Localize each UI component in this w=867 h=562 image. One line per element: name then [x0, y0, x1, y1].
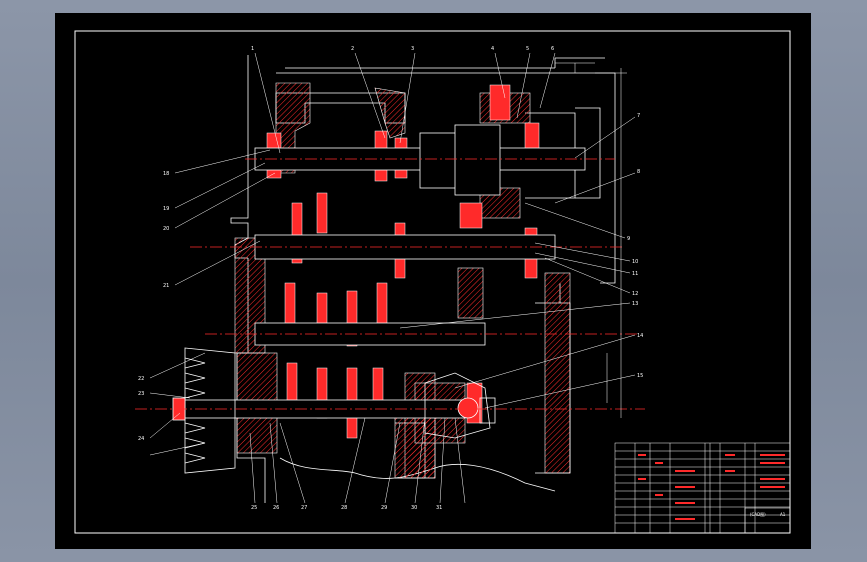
- parts-list-marks: [638, 454, 785, 520]
- callout-number: 23: [138, 391, 144, 397]
- callout-number: 15: [637, 373, 643, 379]
- sheet-label: A1: [780, 512, 786, 517]
- callout-number: 4: [491, 46, 494, 52]
- callout-number: 14: [637, 333, 643, 339]
- callout-number: 13: [632, 301, 638, 307]
- callout-number: 19: [163, 206, 169, 212]
- callout-number: 27: [301, 505, 307, 511]
- callout-number: 9: [627, 236, 630, 242]
- callout-number: 12: [632, 291, 638, 297]
- callout-number: 25: [251, 505, 257, 511]
- callout-number: 31: [436, 505, 442, 511]
- callout-number: 3: [411, 46, 414, 52]
- callout-number: 22: [138, 376, 144, 382]
- callout-number: 8: [637, 169, 640, 175]
- callout-number: 20: [163, 226, 169, 232]
- callout-number: 26: [273, 505, 279, 511]
- callout-number: 30: [411, 505, 417, 511]
- callout-number: 2: [351, 46, 354, 52]
- callout-number: 24: [138, 436, 144, 442]
- callout-number: 6: [551, 46, 554, 52]
- callout-number: 10: [632, 259, 638, 265]
- callout-number: 5: [526, 46, 529, 52]
- title-block-label: (CAD图): [750, 511, 766, 517]
- assembly-drawing: (CAD图) A1 1 2 3 4 5 6789101112131415181920212…: [74, 30, 791, 534]
- cad-viewport[interactable]: (CAD图) A1 1 2 3 4 5 6 7 8 9 10 11 12 13 14 15 18 19 20 21 2…: [55, 13, 811, 549]
- callout-number: 28: [341, 505, 347, 511]
- callout-number: 18: [163, 171, 169, 177]
- callout-number: 11: [632, 271, 638, 277]
- callout-number: 21: [163, 283, 169, 289]
- callout-number: 29: [381, 505, 387, 511]
- callout-number: 7: [637, 113, 640, 119]
- callout-number: 1: [251, 46, 254, 52]
